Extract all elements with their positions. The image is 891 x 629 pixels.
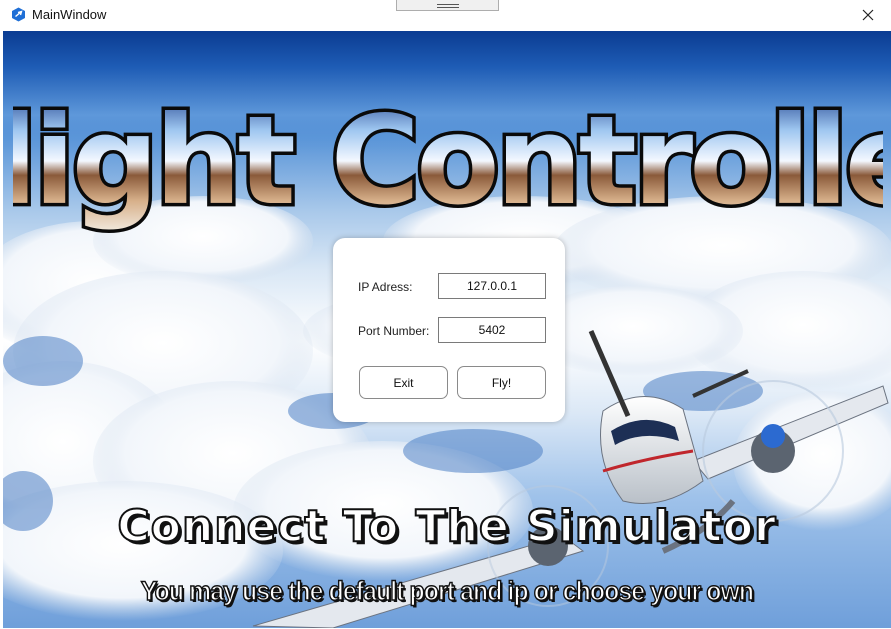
main-window: MainWindow ight Controll Connect To The … xyxy=(0,0,891,629)
ip-label: IP Adress: xyxy=(358,280,413,294)
app-logo-icon xyxy=(12,7,25,22)
title-bar[interactable]: MainWindow xyxy=(0,0,891,30)
ip-address-input[interactable] xyxy=(438,273,546,299)
connection-panel: IP Adress: Port Number: Exit Fly! xyxy=(333,238,565,422)
exit-button[interactable]: Exit xyxy=(359,366,448,399)
port-label: Port Number: xyxy=(358,324,430,338)
banner-title-text: Flight Controller xyxy=(13,90,883,232)
headline-caption: Connect To The Simulator xyxy=(116,500,777,553)
window-title: MainWindow xyxy=(32,7,107,22)
port-number-input[interactable] xyxy=(438,317,546,343)
subline-caption: You may use the default port and ip or c… xyxy=(140,575,755,607)
fly-button[interactable]: Fly! xyxy=(457,366,546,399)
banner-title: Flight Controller xyxy=(13,87,883,236)
close-icon[interactable] xyxy=(845,0,891,30)
window-drag-handle[interactable] xyxy=(396,0,499,11)
